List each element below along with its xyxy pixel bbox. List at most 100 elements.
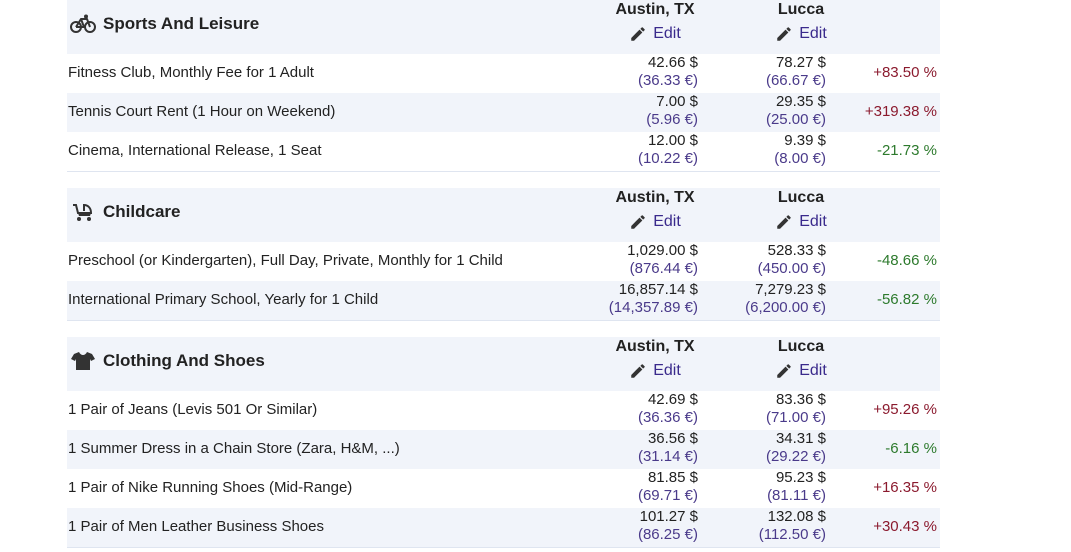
tshirt-icon	[70, 351, 96, 371]
table-row: Preschool (or Kindergarten), Full Day, P…	[67, 242, 940, 281]
price-eur: (66.67 €)	[765, 72, 826, 89]
edit-label: Edit	[653, 213, 681, 230]
category-title: Clothing And Shoes	[70, 351, 265, 371]
pencil-icon	[777, 27, 791, 41]
category-header: Sports And Leisure Austin, TX Edit Lucca…	[67, 0, 940, 54]
table-row: Fitness Club, Monthly Fee for 1 Adult 42…	[67, 54, 940, 93]
edit-city-a-link[interactable]: Edit	[629, 24, 681, 44]
price-difference: +83.50 %	[873, 64, 937, 81]
price-city-a: 12.00 $ (10.22 €)	[638, 132, 698, 168]
category-title-text: Childcare	[103, 202, 181, 221]
price-eur: (14,357.89 €)	[608, 299, 698, 316]
price-city-b: 528.33 $ (450.00 €)	[758, 242, 826, 278]
price-city-a: 42.69 $ (36.36 €)	[638, 391, 698, 427]
column-header-city-a: Austin, TX Edit	[585, 0, 725, 48]
category-title-text: Sports And Leisure	[103, 14, 260, 33]
price-usd: 78.27 $	[775, 54, 826, 71]
price-usd: 16,857.14 $	[618, 281, 698, 298]
price-city-b: 7,279.23 $ (6,200.00 €)	[745, 281, 826, 317]
price-difference: +16.35 %	[873, 479, 937, 496]
column-header-city-a: Austin, TX Edit	[585, 188, 725, 236]
price-eur: (876.44 €)	[629, 260, 698, 277]
edit-city-b-link[interactable]: Edit	[775, 24, 827, 44]
price-city-b: 95.23 $ (81.11 €)	[767, 469, 826, 505]
category-section: Childcare Austin, TX Edit Lucca Edit Pre…	[67, 188, 940, 320]
category-rows: Fitness Club, Monthly Fee for 1 Adult 42…	[67, 54, 940, 171]
item-label: International Primary School, Yearly for…	[68, 291, 379, 308]
price-usd: 34.31 $	[775, 430, 826, 447]
city-a-name: Austin, TX	[615, 338, 695, 355]
price-city-b: 29.35 $ (25.00 €)	[766, 93, 826, 129]
city-b-name: Lucca	[777, 189, 825, 206]
price-usd: 7,279.23 $	[755, 281, 826, 298]
price-city-b: 9.39 $ (8.00 €)	[774, 132, 826, 168]
price-eur: (6,200.00 €)	[745, 299, 826, 316]
price-city-a: 1,029.00 $ (876.44 €)	[627, 242, 698, 278]
edit-label: Edit	[653, 362, 681, 379]
item-label: Fitness Club, Monthly Fee for 1 Adult	[68, 64, 314, 81]
category-header: Childcare Austin, TX Edit Lucca Edit	[67, 188, 940, 242]
price-city-a: 101.27 $ (86.25 €)	[638, 508, 698, 544]
edit-label: Edit	[799, 25, 827, 42]
table-row: 1 Summer Dress in a Chain Store (Zara, H…	[67, 430, 940, 469]
price-city-a: 42.66 $ (36.33 €)	[638, 54, 698, 90]
price-difference: +319.38 %	[864, 103, 937, 120]
city-a-name: Austin, TX	[615, 1, 695, 18]
item-label: 1 Summer Dress in a Chain Store (Zara, H…	[68, 440, 400, 457]
pencil-icon	[631, 215, 645, 229]
column-header-city-b: Lucca Edit	[731, 0, 871, 48]
category-title: Childcare	[70, 202, 180, 222]
price-city-b: 34.31 $ (29.22 €)	[766, 430, 826, 466]
pencil-icon	[777, 215, 791, 229]
price-city-b: 83.36 $ (71.00 €)	[766, 391, 826, 427]
table-row: 1 Pair of Nike Running Shoes (Mid-Range)…	[67, 469, 940, 508]
price-city-b: 132.08 $ (112.50 €)	[759, 508, 826, 544]
edit-city-a-link[interactable]: Edit	[629, 361, 681, 381]
category-section: Sports And Leisure Austin, TX Edit Lucca…	[67, 0, 940, 171]
price-usd: 132.08 $	[767, 508, 826, 525]
edit-label: Edit	[653, 25, 681, 42]
item-label: 1 Pair of Nike Running Shoes (Mid-Range)	[68, 479, 353, 496]
edit-city-b-link[interactable]: Edit	[775, 212, 827, 232]
edit-label: Edit	[799, 213, 827, 230]
price-eur: (8.00 €)	[774, 150, 826, 167]
price-usd: 42.69 $	[647, 391, 698, 408]
city-b-name: Lucca	[777, 1, 825, 18]
item-label: Tennis Court Rent (1 Hour on Weekend)	[68, 103, 336, 120]
price-city-a: 36.56 $ (31.14 €)	[638, 430, 698, 466]
pencil-icon	[631, 27, 645, 41]
price-eur: (25.00 €)	[765, 111, 826, 128]
price-usd: 36.56 $	[647, 430, 698, 447]
price-eur: (81.11 €)	[767, 487, 826, 504]
edit-label: Edit	[799, 362, 827, 379]
price-eur: (450.00 €)	[757, 260, 826, 277]
price-difference: -48.66 %	[876, 252, 937, 269]
table-row: Cinema, International Release, 1 Seat 12…	[67, 132, 940, 171]
pencil-icon	[631, 364, 645, 378]
category-section: Clothing And Shoes Austin, TX Edit Lucca…	[67, 337, 940, 547]
price-eur: (86.25 €)	[637, 526, 698, 543]
price-usd: 101.27 $	[639, 508, 698, 525]
price-difference: +95.26 %	[873, 401, 937, 418]
item-label: Preschool (or Kindergarten), Full Day, P…	[68, 252, 503, 269]
column-header-city-b: Lucca Edit	[731, 188, 871, 236]
price-usd: 29.35 $	[775, 93, 826, 110]
price-city-b: 78.27 $ (66.67 €)	[766, 54, 826, 90]
edit-city-a-link[interactable]: Edit	[629, 212, 681, 232]
price-usd: 81.85 $	[647, 469, 698, 486]
table-row: International Primary School, Yearly for…	[67, 281, 940, 320]
price-eur: (5.96 €)	[646, 111, 698, 128]
price-city-a: 81.85 $ (69.71 €)	[638, 469, 698, 505]
bicycle-icon	[70, 14, 96, 34]
item-label: 1 Pair of Jeans (Levis 501 Or Similar)	[68, 401, 318, 418]
price-usd: 9.39 $	[784, 132, 826, 149]
price-usd: 83.36 $	[775, 391, 826, 408]
price-eur: (69.71 €)	[637, 487, 698, 504]
category-header: Clothing And Shoes Austin, TX Edit Lucca…	[67, 337, 940, 391]
cost-comparison-table: Sports And Leisure Austin, TX Edit Lucca…	[67, 0, 940, 548]
price-eur: (29.22 €)	[765, 448, 826, 465]
section-divider	[67, 547, 940, 548]
edit-city-b-link[interactable]: Edit	[775, 361, 827, 381]
table-row: Tennis Court Rent (1 Hour on Weekend) 7.…	[67, 93, 940, 132]
